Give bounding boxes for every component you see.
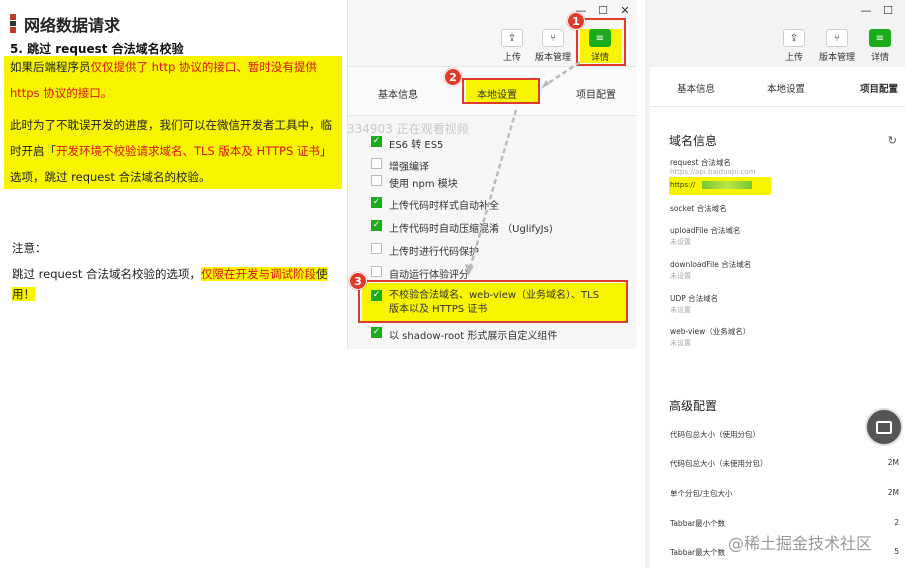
upload-label: 上传	[784, 53, 803, 63]
download-domain-value: 未设置	[670, 272, 691, 280]
domain-info-title: 域名信息	[669, 134, 718, 148]
socket-domain-key: socket 合法域名	[670, 204, 727, 213]
minimize-icon[interactable]: —	[855, 3, 877, 17]
advanced-title: 高级配置	[669, 399, 718, 413]
project-config-content: 基本信息 本地设置 项目配置 域名信息 ↻ request 合法域名 https…	[650, 67, 905, 568]
upload-button[interactable]: ⇪ 上传	[770, 29, 818, 63]
udp-domain-key: UDP 合法域名	[670, 294, 719, 303]
project-config-panel: — ☐ ⇪ 上传 ⑂ 版本管理 ≡ 详情 基本信息 本地设置 项目配置 域名信息…	[645, 0, 905, 568]
window-controls: — ☐	[855, 3, 899, 17]
upload-domain-value: 未设置	[670, 238, 691, 246]
menu-icon: ≡	[869, 29, 891, 47]
adv-key-2: 单个分包/主包大小	[670, 489, 733, 498]
request-domain-value: https://api.baiduapi.com	[670, 168, 756, 176]
tab-project-config[interactable]: 项目配置	[860, 81, 898, 95]
tab-basic-info[interactable]: 基本信息	[677, 81, 715, 95]
webview-domain-key: web-view（业务域名）	[670, 327, 751, 336]
divider	[637, 0, 645, 568]
tab-local-settings[interactable]: 本地设置	[767, 81, 805, 95]
adv-val-3: 2	[894, 518, 899, 527]
adv-key-1: 代码包总大小（未使用分包）	[670, 459, 768, 468]
upload-icon: ⇪	[783, 29, 805, 47]
version-label: 版本管理	[818, 53, 855, 63]
adv-key-3: Tabbar最小个数	[670, 519, 726, 528]
webview-domain-value: 未设置	[670, 339, 691, 347]
download-domain-key: downloadFile 合法域名	[670, 260, 752, 269]
details-button[interactable]: ≡ 详情	[856, 29, 904, 63]
version-button[interactable]: ⑂ 版本管理	[813, 29, 861, 63]
adv-key-4: Tabbar最大个数	[670, 548, 726, 557]
udp-domain-value: 未设置	[670, 306, 691, 314]
branch-icon: ⑂	[826, 29, 848, 47]
upload-domain-key: uploadFile 合法域名	[670, 226, 741, 235]
adv-val-1: 2M	[887, 458, 899, 467]
adv-key-0: 代码包总大小（使用分包）	[670, 430, 760, 439]
request-domain-key: request 合法域名	[670, 158, 731, 167]
https-domain-value: https://	[670, 181, 696, 189]
details-label: 详情	[870, 53, 889, 63]
watermark: @稀土掘金技术社区	[728, 534, 873, 553]
screen-capture-button[interactable]	[865, 408, 903, 446]
refresh-icon[interactable]: ↻	[888, 134, 897, 147]
blurred-domain	[702, 181, 752, 189]
project-tabs: 基本信息 本地设置 项目配置	[650, 67, 905, 107]
maximize-icon[interactable]: ☐	[877, 3, 899, 17]
adv-val-4: 5	[894, 547, 899, 556]
window-icon	[876, 420, 892, 434]
adv-val-2: 2M	[887, 488, 899, 497]
